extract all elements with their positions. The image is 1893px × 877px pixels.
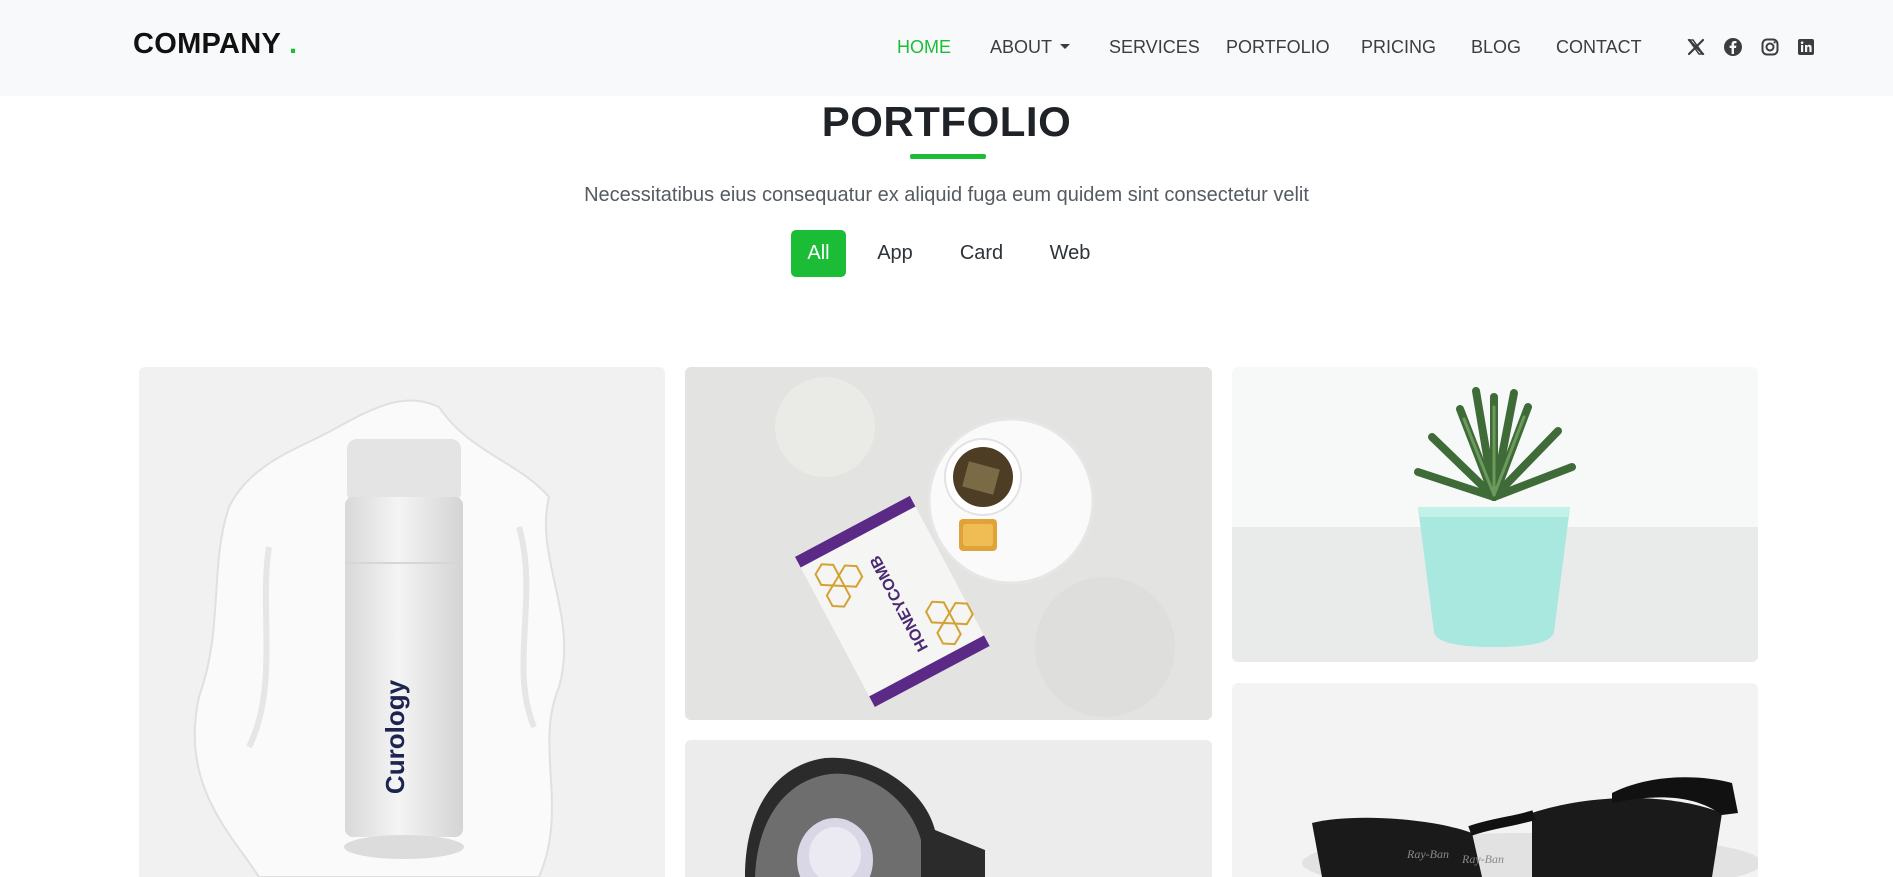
- nav-home[interactable]: HOME: [897, 36, 951, 58]
- bottle-label: Curology: [380, 679, 410, 794]
- logo[interactable]: COMPANY .: [133, 28, 297, 61]
- portfolio-item-succulent[interactable]: [1232, 367, 1758, 662]
- facebook-icon[interactable]: [1723, 37, 1743, 57]
- x-icon[interactable]: [1686, 37, 1706, 57]
- lamp-image: [685, 740, 1212, 877]
- filter-card[interactable]: Card: [954, 230, 1009, 277]
- filter-web[interactable]: Web: [1043, 230, 1097, 277]
- logo-text: COMPANY: [133, 28, 281, 60]
- title-underline: [910, 154, 986, 159]
- linkedin-icon[interactable]: [1796, 37, 1816, 57]
- portfolio-item-honeycomb[interactable]: HONEYCOMB: [685, 367, 1212, 720]
- nav-pricing[interactable]: PRICING: [1361, 36, 1436, 58]
- nav-about-label: ABOUT: [990, 37, 1053, 57]
- logo-dot: .: [289, 28, 298, 60]
- sunglasses-image: Ray-Ban Ray-Ban: [1232, 683, 1758, 877]
- nav-portfolio[interactable]: PORTFOLIO: [1226, 36, 1330, 58]
- skincare-bottle-image: Curology: [139, 367, 665, 877]
- instagram-icon[interactable]: [1760, 37, 1780, 57]
- sunglasses-brand-2: Ray-Ban: [1461, 852, 1504, 866]
- filter-app[interactable]: App: [868, 230, 922, 277]
- nav-about[interactable]: ABOUT: [990, 36, 1071, 58]
- section-title: PORTFOLIO: [821, 98, 1072, 145]
- portfolio-item-lamp[interactable]: [685, 740, 1212, 877]
- nav-contact[interactable]: CONTACT: [1556, 36, 1642, 58]
- caret-down-icon: [1060, 43, 1071, 49]
- sunglasses-brand-1: Ray-Ban: [1406, 847, 1449, 861]
- section-subtitle: Necessitatibus eius consequatur ex aliqu…: [584, 184, 1309, 206]
- portfolio-item-sunglasses[interactable]: Ray-Ban Ray-Ban: [1232, 683, 1758, 877]
- portfolio-item-skincare[interactable]: Curology: [139, 367, 665, 877]
- filter-all[interactable]: All: [791, 230, 846, 277]
- honeycomb-tea-image: HONEYCOMB: [685, 367, 1212, 720]
- site-header: COMPANY . HOME ABOUT SERVICES PORTFOLIO …: [0, 0, 1893, 96]
- nav-blog[interactable]: BLOG: [1471, 36, 1521, 58]
- potted-succulent-image: [1232, 367, 1758, 662]
- nav-services[interactable]: SERVICES: [1109, 36, 1200, 58]
